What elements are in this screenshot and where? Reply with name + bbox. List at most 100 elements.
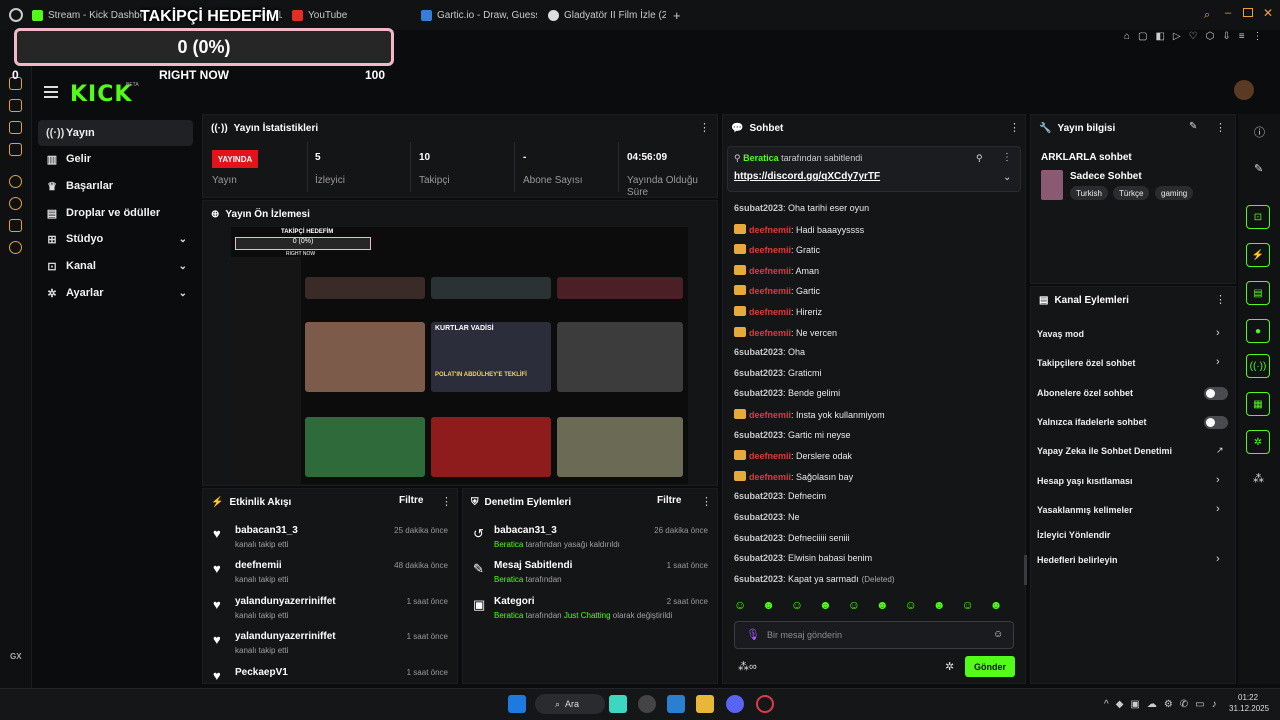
sidebar-twitch-icon[interactable] [9, 99, 22, 112]
minimize-icon[interactable]: – [1225, 7, 1231, 19]
opera-gx-icon[interactable] [756, 695, 774, 713]
tab-kick-dashboard[interactable]: Stream - Kick Dashboard [32, 5, 142, 25]
chat-username[interactable]: 6subat2023 [734, 203, 783, 213]
chat-username[interactable]: 6subat2023 [734, 533, 783, 543]
sidebar-settings-icon[interactable] [9, 241, 22, 254]
action-set-goals[interactable]: Hedefleri belirleyin [1037, 555, 1118, 565]
search-icon[interactable]: ⌕ [1204, 9, 1210, 22]
action-followers-only[interactable]: Takipçilere özel sohbet [1037, 358, 1135, 368]
tag-chip[interactable]: gaming [1155, 186, 1194, 200]
clip-icon[interactable]: ⊡ [1246, 205, 1270, 229]
activity-user[interactable]: PeckaepV1 [235, 667, 288, 678]
moderation-filter-button[interactable]: Filtre [657, 495, 681, 506]
tab-gartic[interactable]: Gartic.io - Draw, Guess, W [421, 5, 537, 25]
chevron-right-icon[interactable]: › [1216, 327, 1220, 339]
browser-toolbar-icons[interactable]: ⌂▢◧▷♡⬡⇩≡⋮ [1124, 31, 1271, 42]
kick-logo[interactable]: KICK [70, 82, 132, 107]
edit-icon[interactable]: ✎ [1254, 162, 1263, 175]
nav-item-basarilar[interactable]: ♛ Başarılar [38, 173, 193, 199]
unpin-icon[interactable]: ⚲ [976, 153, 983, 164]
mic-icon[interactable]: 🎙 [746, 628, 760, 641]
activity-user[interactable]: yalandunyazerriniffet [235, 631, 336, 642]
action-slow-mode[interactable]: Yavaş mod [1037, 329, 1084, 339]
info-icon[interactable]: ⓘ [1254, 124, 1265, 140]
tab-gladyator[interactable]: Gladyatör II Film İzle (2024 [548, 5, 666, 25]
nav-item-studyo[interactable]: ⊞ Stüdyo ⌄ [38, 226, 193, 252]
tag-chip[interactable]: Türkçe [1113, 186, 1150, 200]
tag-chip[interactable]: Turkish [1070, 186, 1108, 200]
nav-item-kanal[interactable]: ⊡ Kanal ⌄ [38, 253, 193, 279]
stream-category[interactable]: Sadece Sohbet [1070, 171, 1142, 182]
chat-username[interactable]: deefnemii [749, 245, 791, 255]
broadcast-icon[interactable]: ((·)) [1246, 354, 1270, 378]
sidebar-play-icon[interactable] [9, 175, 22, 188]
chat-username[interactable]: 6subat2023 [734, 430, 783, 440]
more-options-icon[interactable]: ⋮ [441, 495, 452, 508]
action-redirect-viewers[interactable]: İzleyici Yönlendir [1037, 530, 1110, 540]
action-account-age[interactable]: Hesap yaşı kısıtlaması [1037, 476, 1133, 486]
pinned-link[interactable]: https://discord.gg/qXCdy7yrTF [734, 171, 880, 182]
chat-username[interactable]: deefnemii [749, 225, 791, 235]
chevron-down-icon[interactable]: ⌄ [1003, 172, 1011, 183]
chat-username[interactable]: deefnemii [749, 451, 791, 461]
chat-settings-icon[interactable]: ✲ [945, 660, 954, 673]
sidebar-m-icon[interactable] [9, 143, 22, 156]
subscribers-only-toggle[interactable] [1204, 387, 1228, 400]
nav-item-ayarlar[interactable]: ✲ Ayarlar ⌄ [38, 280, 193, 306]
folder-icon[interactable] [696, 695, 714, 713]
chevron-right-icon[interactable]: › [1216, 503, 1220, 515]
new-tab-button[interactable]: + [673, 5, 685, 25]
pinned-by[interactable]: Beratica [743, 153, 779, 163]
chat-username[interactable]: deefnemii [749, 472, 791, 482]
emote-only-toggle[interactable] [1204, 416, 1228, 429]
chat-username[interactable]: 6subat2023 [734, 553, 783, 563]
maximize-icon[interactable] [1243, 8, 1253, 17]
layout-icon[interactable]: ▦ [1246, 392, 1270, 416]
chat-username[interactable]: 6subat2023 [734, 347, 783, 357]
taskbar-app-icon[interactable] [638, 695, 656, 713]
activity-user[interactable]: babacan31_3 [235, 525, 298, 536]
chevron-right-icon[interactable]: › [1216, 356, 1220, 368]
wrench-icon[interactable]: ✲ [1246, 430, 1270, 454]
activity-filter-button[interactable]: Filtre [399, 495, 423, 506]
windows-start-icon[interactable] [508, 695, 526, 713]
activity-user[interactable]: deefnemii [235, 560, 282, 571]
sidebar-clock-icon[interactable] [9, 197, 22, 210]
more-options-icon[interactable]: ⋮ [701, 495, 712, 508]
taskbar-search[interactable]: ⌕ Ara [535, 694, 605, 714]
nav-item-gelir[interactable]: ▥ Gelir [38, 146, 193, 172]
chat-bubble-icon[interactable]: ● [1246, 319, 1270, 343]
chevron-right-icon[interactable]: › [1216, 474, 1220, 486]
action-banned-words[interactable]: Yasaklanmış kelimeler [1037, 505, 1133, 515]
send-button[interactable]: Gönder [965, 656, 1015, 677]
chat-username[interactable]: 6subat2023 [734, 574, 783, 584]
lightning-icon[interactable]: ⚡ [1246, 243, 1270, 267]
chat-users-icon[interactable]: ⁂∞ [738, 660, 757, 673]
taskbar-app-icon[interactable] [609, 695, 627, 713]
moderation-user[interactable]: babacan31_3 [494, 525, 557, 536]
nav-item-droplar[interactable]: ▤ Droplar ve ödüller [38, 200, 193, 226]
activity-user[interactable]: yalandunyazerriniffet [235, 596, 336, 607]
tab-youtube[interactable]: YouTube [292, 5, 402, 25]
action-ai-moderation[interactable]: Yapay Zeka ile Sohbet Denetimi [1037, 446, 1172, 456]
chat-scrollbar[interactable] [1024, 555, 1027, 585]
avatar[interactable] [1234, 80, 1254, 100]
opera-logo-icon[interactable] [9, 8, 23, 22]
system-tray-icons[interactable]: ^◆▣☁⚙✆▭♪ [1104, 699, 1224, 710]
chevron-right-icon[interactable]: › [1216, 553, 1220, 565]
chat-username[interactable]: deefnemii [749, 266, 791, 276]
chat-username[interactable]: 6subat2023 [734, 512, 783, 522]
hamburger-menu-icon[interactable] [44, 86, 58, 98]
document-icon[interactable]: ▤ [1246, 281, 1270, 305]
chat-username[interactable]: deefnemii [749, 328, 791, 338]
moderation-actor[interactable]: Beratica [494, 540, 523, 549]
sidebar-messenger-icon[interactable] [9, 121, 22, 134]
edit-icon[interactable]: ✎ [1189, 121, 1197, 132]
more-options-icon[interactable]: ⋮ [699, 121, 710, 134]
more-options-icon[interactable]: ⋮ [1009, 121, 1020, 134]
chat-username[interactable]: deefnemii [749, 410, 791, 420]
more-options-icon[interactable]: ⋮ [1002, 152, 1012, 163]
chat-username[interactable]: 6subat2023 [734, 388, 783, 398]
close-icon[interactable]: ✕ [1263, 6, 1273, 20]
users-icon[interactable]: ⁂ [1253, 472, 1264, 485]
